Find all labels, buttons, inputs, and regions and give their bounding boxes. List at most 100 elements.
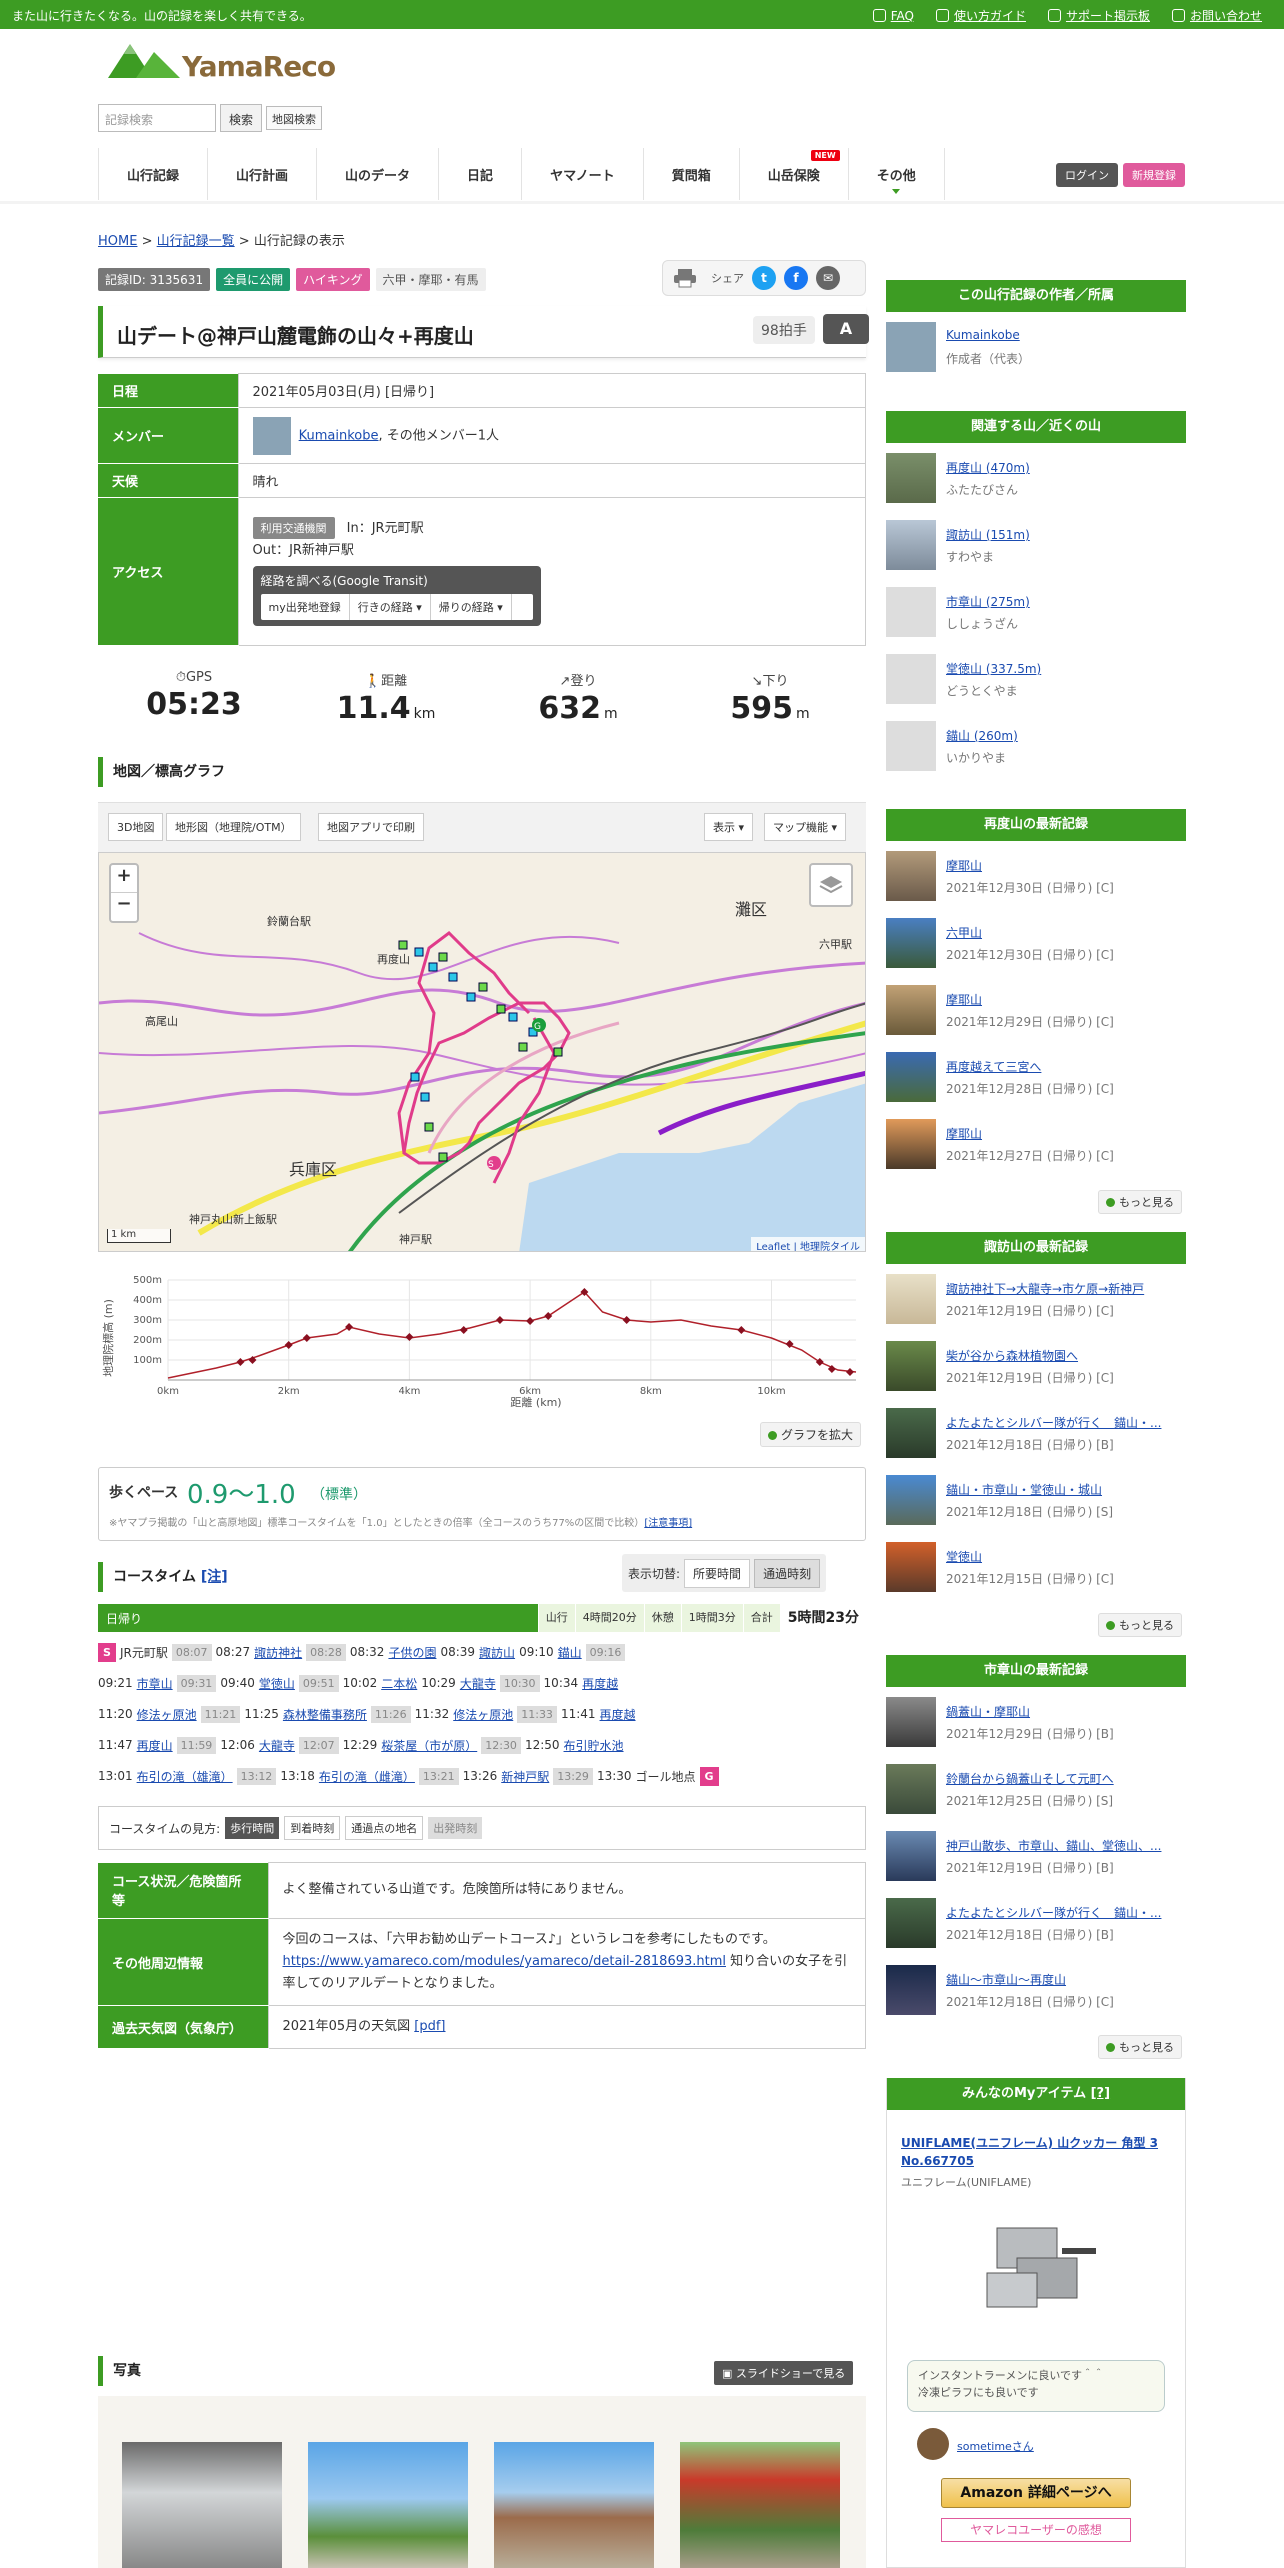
mountain-link[interactable]: 錨山 (260m) — [946, 727, 1186, 744]
my-items-help-link[interactable]: [?] — [1091, 2086, 1110, 2101]
record-link[interactable]: 摩耶山 — [946, 857, 1186, 874]
waypoint[interactable]: 森林整備事務所 — [283, 1706, 367, 1723]
reference-record-link[interactable]: https://www.yamareco.com/modules/yamarec… — [283, 1954, 727, 1969]
waypoint[interactable]: 再度越 — [582, 1675, 618, 1692]
record-link[interactable]: 再度越えて三宮へ — [946, 1058, 1186, 1075]
nav-other[interactable]: その他 — [847, 148, 945, 200]
waypoint-marker[interactable] — [544, 1312, 553, 1320]
mountain-thumb[interactable] — [886, 453, 936, 503]
record-thumb[interactable] — [886, 1119, 936, 1169]
twitter-icon[interactable]: t — [752, 266, 776, 290]
user-avatar[interactable] — [917, 2428, 949, 2460]
waypoint-marker[interactable] — [345, 1323, 354, 1331]
return-route-button[interactable]: 帰りの経路 ▾ — [431, 594, 512, 620]
nav-mountain-data[interactable]: 山のデータ — [316, 148, 438, 200]
waypoint[interactable]: 大龍寺 — [460, 1675, 496, 1692]
mountain-placeholder-icon[interactable] — [886, 654, 936, 704]
waypoint-marker[interactable] — [495, 1316, 504, 1324]
toggle-passing-time[interactable]: 通過時刻 — [754, 1558, 821, 1588]
photo-thumbnail[interactable] — [122, 2442, 282, 2568]
mountain-link[interactable]: 再度山 (470m) — [946, 459, 1186, 476]
pace-caution-link[interactable]: [注意事項] — [644, 1518, 692, 1529]
record-thumb[interactable] — [886, 1274, 936, 1324]
record-thumb[interactable] — [886, 985, 936, 1035]
member-link[interactable]: Kumainkobe — [299, 428, 379, 443]
waypoint[interactable]: 再度山 — [137, 1737, 173, 1754]
record-thumb[interactable] — [886, 1898, 936, 1948]
record-link[interactable]: 摩耶山 — [946, 991, 1186, 1008]
record-thumb[interactable] — [886, 1475, 936, 1525]
outbound-route-button[interactable]: 行きの経路 ▾ — [350, 594, 431, 620]
record-search-input[interactable]: 記録検索 — [98, 104, 216, 132]
record-thumb[interactable] — [886, 1965, 936, 2015]
waypoint-marker[interactable] — [526, 1317, 535, 1325]
waypoint[interactable]: 布引貯水池 — [564, 1737, 624, 1754]
route-map[interactable]: S G 鈴蘭台駅 灘区 再度山 高尾山 兵庫区 神戸丸山新上飯駅 神戸駅 六甲駅… — [98, 852, 866, 1252]
more-button[interactable]: もっと見る — [1098, 1190, 1182, 1214]
photo-thumbnail[interactable] — [308, 2442, 468, 2568]
course-note-link[interactable]: [注] — [201, 1569, 228, 1585]
more-button[interactable]: もっと見る — [1098, 2035, 1182, 2059]
record-link[interactable]: 堂徳山 — [946, 1548, 1186, 1565]
display-menu-button[interactable]: 表示 ▾ — [704, 813, 754, 841]
email-icon[interactable]: ✉ — [816, 266, 840, 290]
waypoint[interactable]: 錨山 — [558, 1644, 582, 1661]
waypoint[interactable]: 桜茶屋（市が原） — [381, 1737, 477, 1754]
nav-questions[interactable]: 質問箱 — [642, 148, 739, 200]
cooker-product-image[interactable] — [977, 2208, 1107, 2318]
3d-map-button[interactable]: 3D地図 — [108, 813, 164, 841]
waypoint[interactable]: 新神戸駅 — [501, 1768, 549, 1785]
record-thumb[interactable] — [886, 1831, 936, 1881]
nav-yamanote[interactable]: ヤマノート — [521, 148, 643, 200]
record-link[interactable]: 鈴蘭台から鍋蓋山そして元町へ — [946, 1770, 1186, 1787]
expand-graph-button[interactable]: グラフを拡大 — [760, 1422, 862, 1447]
record-thumb[interactable] — [886, 1341, 936, 1391]
waypoint[interactable]: 再度越 — [600, 1706, 636, 1723]
record-link[interactable]: 柴が谷から森林植物園へ — [946, 1347, 1186, 1364]
contact-link[interactable]: お問い合わせ — [1190, 7, 1262, 24]
nav-records[interactable]: 山行記録 — [98, 148, 207, 200]
waypoint[interactable]: 子供の園 — [388, 1644, 436, 1661]
waypoint[interactable]: JR元町駅 — [120, 1644, 168, 1661]
nav-plans[interactable]: 山行計画 — [207, 148, 316, 200]
waypoint-marker[interactable] — [622, 1316, 631, 1324]
record-thumb[interactable] — [886, 1542, 936, 1592]
mountain-link[interactable]: 市章山 (275m) — [946, 593, 1186, 610]
record-thumb[interactable] — [886, 1408, 936, 1458]
waypoint[interactable]: 堂徳山 — [259, 1675, 295, 1692]
record-link[interactable]: 摩耶山 — [946, 1125, 1186, 1142]
topo-map-button[interactable]: 地形図（地理院/OTM） — [166, 813, 301, 841]
waypoint[interactable]: 布引の滝（雌滝） — [319, 1768, 415, 1785]
guide-link[interactable]: 使い方ガイド — [954, 7, 1026, 24]
breadcrumb-list[interactable]: 山行記録一覧 — [157, 234, 235, 249]
map-attribution[interactable]: Leaflet | 地理院タイル — [751, 1237, 865, 1251]
nav-insurance[interactable]: 山岳保険 NEW — [738, 148, 848, 200]
waypoint-marker[interactable] — [737, 1326, 746, 1334]
waypoint[interactable]: 修法ヶ原池 — [453, 1706, 513, 1723]
login-button[interactable]: ログイン — [1056, 163, 1118, 187]
waypoint[interactable]: 諏訪山 — [479, 1644, 515, 1661]
register-origin-button[interactable]: my出発地登録 — [261, 594, 350, 620]
faq-link[interactable]: FAQ — [891, 9, 914, 23]
layers-icon[interactable] — [809, 863, 853, 907]
waypoint[interactable]: 大龍寺 — [259, 1737, 295, 1754]
more-button[interactable]: もっと見る — [1098, 1613, 1182, 1637]
record-link[interactable]: 鍋蓋山・摩耶山 — [946, 1703, 1186, 1720]
breadcrumb-home[interactable]: HOME — [98, 234, 137, 249]
print-icon[interactable] — [673, 268, 697, 288]
mountain-placeholder-icon[interactable] — [886, 721, 936, 771]
record-thumb[interactable] — [886, 918, 936, 968]
waypoint[interactable]: 修法ヶ原池 — [137, 1706, 197, 1723]
print-map-button[interactable]: 地図アプリで印刷 — [318, 813, 424, 841]
nav-diary[interactable]: 日記 — [438, 148, 521, 200]
item-link[interactable]: UNIFLAME(ユニフレーム) 山クッカー 角型 3 No.667705 — [901, 2134, 1173, 2170]
map-functions-button[interactable]: マップ機能 ▾ — [764, 813, 847, 841]
photo-thumbnail[interactable] — [680, 2442, 840, 2568]
record-thumb[interactable] — [886, 1052, 936, 1102]
record-thumb[interactable] — [886, 851, 936, 901]
waypoint-marker[interactable] — [284, 1341, 293, 1349]
map-search-button[interactable]: 地図検索 — [266, 106, 323, 130]
waypoint-marker[interactable] — [302, 1334, 311, 1342]
author-link[interactable]: Kumainkobe — [946, 328, 1186, 342]
amazon-button[interactable]: Amazon 詳細ページへ — [941, 2478, 1131, 2508]
